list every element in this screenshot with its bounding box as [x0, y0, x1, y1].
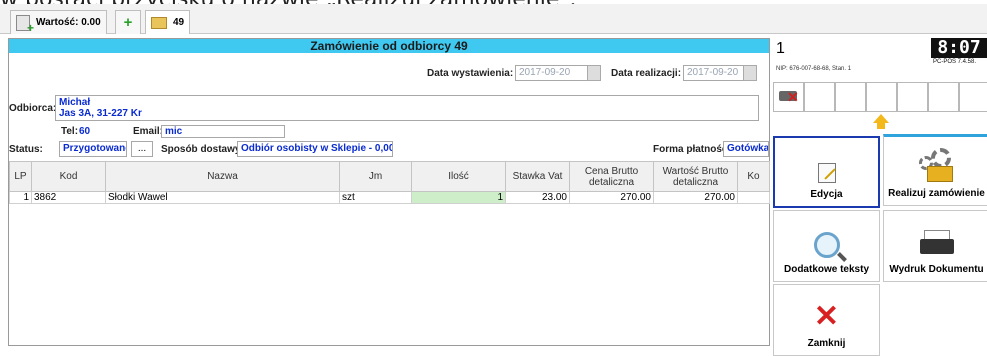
cell-vat: 23.00: [505, 191, 570, 204]
issue-date-label: Data wystawienia:: [427, 68, 514, 79]
customer-field[interactable]: Michał Jas 3A, 31-227 Kr: [55, 95, 759, 121]
quick-slot-delete[interactable]: ✕: [773, 82, 804, 112]
order-items-table: LP Kod Nazwa Jm Ilość Stawka Vat Cena Br…: [9, 161, 770, 204]
col-header-jm[interactable]: Jm: [339, 161, 412, 192]
new-document-icon: [16, 14, 34, 35]
tel-label: Tel:: [61, 126, 79, 137]
delete-receipt-icon: ✕: [779, 87, 801, 105]
form-title: Zamówienie od odbiorcy 49: [9, 39, 769, 53]
email-field[interactable]: mic: [161, 125, 285, 138]
quick-slot[interactable]: [928, 82, 959, 112]
order-form: Zamówienie od odbiorcy 49 Data wystawien…: [8, 38, 770, 346]
edit-button-label: Edycja: [810, 189, 843, 200]
nip-line: NIP: 676-007-68-68, Stan. 1: [776, 66, 852, 72]
quick-slot[interactable]: [897, 82, 928, 112]
magnifier-icon: [813, 232, 840, 258]
realize-order-label: Realizuj zamówienie: [888, 188, 985, 199]
extra-texts-label: Dodatkowe teksty: [783, 264, 870, 275]
payment-label: Forma płatności:: [653, 144, 734, 155]
email-label: Email:: [133, 126, 164, 137]
cell-ilosc[interactable]: 1: [411, 191, 506, 204]
tel-value: 60: [79, 126, 91, 137]
delivery-label: Sposób dostawy:: [161, 144, 244, 155]
clock: 8:07: [931, 38, 987, 58]
close-button-label: Zamknij: [807, 338, 846, 349]
scroll-up-arrow-icon[interactable]: [873, 114, 889, 123]
status-more-button[interactable]: ...: [131, 141, 153, 157]
tab-add[interactable]: +: [115, 10, 141, 34]
add-tab-icon: +: [123, 14, 133, 31]
document-tabbar: Wartość: 0.00 + 49: [0, 4, 987, 35]
col-header-nazwa[interactable]: Nazwa: [105, 161, 340, 192]
tab-order-label: 49: [173, 17, 185, 28]
col-header-vat[interactable]: Stawka Vat: [505, 161, 570, 192]
payment-field[interactable]: Gotówka: [723, 141, 769, 157]
status-field[interactable]: Przygotowane: [59, 141, 127, 157]
realization-date-label: Data realizacji:: [611, 68, 682, 79]
tab-value-label: Wartość: 0.00: [36, 17, 101, 28]
order-folder-icon: [151, 16, 167, 29]
col-header-lp[interactable]: LP: [9, 161, 32, 192]
customer-label: Odbiorca:: [9, 103, 57, 114]
print-document-button[interactable]: Wydruk Dokumentu: [883, 210, 987, 282]
pos-side-panel: 1 NIP: 676-007-68-68, Stan. 1 8:07 PC-PO…: [773, 38, 987, 356]
cell-cena: 270.00: [569, 191, 654, 204]
edit-button[interactable]: Edycja: [773, 136, 880, 208]
pos-header: 1 NIP: 676-007-68-68, Stan. 1 8:07 PC-PO…: [773, 38, 987, 118]
col-header-ilosc[interactable]: Ilość: [411, 161, 506, 192]
realization-date-spinner[interactable]: [743, 65, 757, 81]
tab-value[interactable]: Wartość: 0.00: [10, 10, 107, 35]
cell-jm: szt: [339, 191, 412, 204]
cell-nazwa: Słodki Wawel: [105, 191, 340, 204]
printer-icon: [919, 230, 954, 258]
cell-kod: 3862: [31, 191, 106, 204]
customer-name: Michał: [59, 97, 91, 108]
delivery-field[interactable]: Odbiór osobisty w Sklepie - 0,00 zł: [237, 141, 393, 157]
quick-slot[interactable]: [866, 82, 897, 112]
cell-lp: 1: [9, 191, 32, 204]
status-label: Status:: [9, 144, 43, 155]
edit-icon: [817, 163, 836, 183]
station-counter: 1: [776, 40, 785, 57]
scroll-up-arrow-stem: [877, 123, 885, 129]
close-button[interactable]: ✕ Zamknij: [773, 284, 880, 356]
col-header-kod[interactable]: Kod: [31, 161, 106, 192]
issue-date-spinner[interactable]: [587, 65, 601, 81]
col-header-cena[interactable]: Cena Brutto detaliczna: [569, 161, 654, 192]
cell-wartosc: 270.00: [653, 191, 738, 204]
realize-order-button[interactable]: Realizuj zamówienie: [883, 134, 987, 206]
col-header-ko[interactable]: Ko: [737, 161, 770, 192]
gears-box-icon: [917, 148, 957, 182]
col-header-wartosc[interactable]: Wartość Brutto detaliczna: [653, 161, 738, 192]
quick-slots: ✕: [773, 82, 987, 112]
tab-order-49[interactable]: 49: [145, 10, 191, 34]
table-row[interactable]: 1 3862 Słodki Wawel szt 1 23.00 270.00 2…: [9, 191, 770, 204]
close-x-icon: ✕: [813, 300, 840, 333]
version-label: PC-POS 7.4.58.: [933, 59, 977, 65]
quick-slot[interactable]: [835, 82, 866, 112]
issue-date-field[interactable]: 2017-09-20: [515, 65, 591, 81]
quick-slot[interactable]: [959, 82, 987, 112]
extra-texts-button[interactable]: Dodatkowe teksty: [773, 210, 880, 282]
print-document-label: Wydruk Dokumentu: [889, 264, 984, 275]
cell-ko: [737, 191, 770, 204]
table-header-row: LP Kod Nazwa Jm Ilość Stawka Vat Cena Br…: [9, 161, 770, 192]
quick-slot[interactable]: [804, 82, 835, 112]
customer-address: Jas 3A, 31-227 Kr: [59, 108, 142, 119]
